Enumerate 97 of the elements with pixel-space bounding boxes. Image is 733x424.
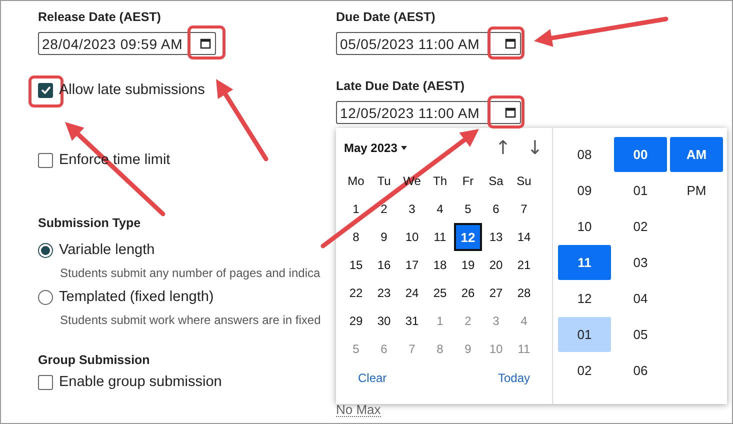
- day-cell[interactable]: 1: [342, 195, 370, 223]
- day-cell[interactable]: 3: [482, 307, 510, 335]
- radio-button[interactable]: [38, 290, 53, 304]
- section-title: Submission Type: [38, 216, 142, 230]
- day-cell[interactable]: 1: [426, 307, 454, 335]
- day-cell[interactable]: 29: [342, 307, 370, 335]
- option-description: Students submit work where answers are in fixed: [60, 313, 322, 327]
- field-label: Release Date (AEST): [38, 10, 162, 26]
- day-cell[interactable]: 20: [482, 251, 510, 279]
- minute-option[interactable]: 04: [614, 281, 667, 316]
- day-cell[interactable]: 21: [510, 251, 538, 279]
- weekday-label: Su: [516, 173, 532, 190]
- day-cell[interactable]: 3: [398, 195, 426, 223]
- date-field[interactable]: 28/04/2023 09:59 AM: [38, 32, 216, 55]
- weekday-label: Th: [432, 173, 448, 190]
- next-month-button[interactable]: ↓: [524, 137, 546, 159]
- day-cell[interactable]: 24: [398, 279, 426, 307]
- month-selector[interactable]: May 2023: [342, 139, 410, 157]
- radio-button[interactable]: [38, 242, 53, 258]
- field-value: 12/05/2023 11:00 AM: [340, 104, 480, 120]
- hour-option[interactable]: 01: [558, 317, 611, 352]
- day-cell[interactable]: 11: [510, 335, 538, 363]
- radio-label: Variable length: [59, 242, 155, 258]
- day-cell[interactable]: 6: [482, 195, 510, 223]
- day-cell[interactable]: 25: [426, 279, 454, 307]
- day-cell[interactable]: 17: [398, 251, 426, 279]
- hour-option[interactable]: 02: [558, 353, 611, 388]
- checkbox[interactable]: [38, 152, 53, 168]
- day-cell[interactable]: 23: [370, 279, 398, 307]
- checkbox[interactable]: [38, 374, 53, 390]
- checkbox[interactable]: [38, 82, 53, 98]
- day-cell[interactable]: 4: [510, 307, 538, 335]
- field-value: 28/04/2023 09:59 AM: [42, 36, 183, 52]
- day-cell[interactable]: 2: [370, 195, 398, 223]
- period-option[interactable]: AM: [670, 137, 723, 172]
- minute-option[interactable]: 01: [614, 173, 667, 208]
- caret-icon: [401, 146, 408, 150]
- today-link[interactable]: Today: [498, 371, 530, 385]
- day-cell[interactable]: 14: [510, 223, 538, 251]
- day-cell[interactable]: 22: [342, 279, 370, 307]
- field-value: 05/05/2023 11:00 AM: [340, 36, 480, 52]
- checkbox-label: Enable group submission: [59, 374, 222, 390]
- day-cell[interactable]: 10: [398, 223, 426, 251]
- previous-month-button[interactable]: ↑: [492, 137, 514, 159]
- day-cell[interactable]: 18: [426, 251, 454, 279]
- hour-option[interactable]: 08: [558, 137, 611, 172]
- day-cell[interactable]: 19: [454, 251, 482, 279]
- minute-option[interactable]: 00: [614, 137, 667, 172]
- weekday-label: Sa: [488, 173, 504, 190]
- day-cell[interactable]: 5: [342, 335, 370, 363]
- day-cell[interactable]: 6: [370, 335, 398, 363]
- highlight-box: [488, 26, 524, 60]
- minute-option[interactable]: 03: [614, 245, 667, 280]
- date-field[interactable]: 12/05/2023 11:00 AM: [336, 101, 521, 124]
- day-cell[interactable]: 4: [426, 195, 454, 223]
- hour-option[interactable]: 12: [558, 281, 611, 316]
- hour-option[interactable]: 09: [558, 173, 611, 208]
- highlight-box: [188, 26, 226, 60]
- radio-label: Templated (fixed length): [59, 289, 214, 305]
- day-cell[interactable]: 26: [454, 279, 482, 307]
- day-cell[interactable]: 7: [398, 335, 426, 363]
- date-field[interactable]: 05/05/2023 11:00 AM: [336, 32, 521, 55]
- minute-option[interactable]: 06: [614, 353, 667, 388]
- option-description: Students submit any number of pages and indica: [60, 266, 322, 280]
- field-label: Late Due Date (AEST): [336, 79, 466, 95]
- day-cell[interactable]: 9: [454, 335, 482, 363]
- day-cell[interactable]: 8: [342, 223, 370, 251]
- section-title: Group Submission: [38, 353, 151, 367]
- highlight-box: [488, 96, 524, 128]
- calendar-icon[interactable]: [200, 38, 211, 49]
- day-cell[interactable]: 13: [482, 223, 510, 251]
- period-option[interactable]: PM: [670, 173, 723, 208]
- day-cell[interactable]: 8: [426, 335, 454, 363]
- day-cell[interactable]: 5: [454, 195, 482, 223]
- day-cell[interactable]: 31: [398, 307, 426, 335]
- hour-option[interactable]: 10: [558, 209, 611, 244]
- day-cell[interactable]: 7: [510, 195, 538, 223]
- day-cell[interactable]: 9: [370, 223, 398, 251]
- day-cell[interactable]: 27: [482, 279, 510, 307]
- day-cell[interactable]: 10: [482, 335, 510, 363]
- day-cell[interactable]: 15: [342, 251, 370, 279]
- minute-option[interactable]: 02: [614, 209, 667, 244]
- weekday-label: Tu: [376, 173, 392, 190]
- weekday-label: Fr: [461, 173, 475, 190]
- day-cell[interactable]: 12: [454, 223, 482, 251]
- day-cell[interactable]: 28: [510, 279, 538, 307]
- day-cell[interactable]: 2: [454, 307, 482, 335]
- clear-link[interactable]: Clear: [358, 371, 387, 385]
- weekday-label: Mo: [346, 173, 366, 190]
- calendar-icon[interactable]: [505, 38, 516, 49]
- hour-option[interactable]: 11: [558, 245, 611, 280]
- day-cell[interactable]: 16: [370, 251, 398, 279]
- day-cell[interactable]: 30: [370, 307, 398, 335]
- day-cell[interactable]: 11: [426, 223, 454, 251]
- minute-option[interactable]: 05: [614, 317, 667, 352]
- calendar-icon[interactable]: [505, 107, 516, 118]
- field-label: Due Date (AEST): [336, 10, 436, 26]
